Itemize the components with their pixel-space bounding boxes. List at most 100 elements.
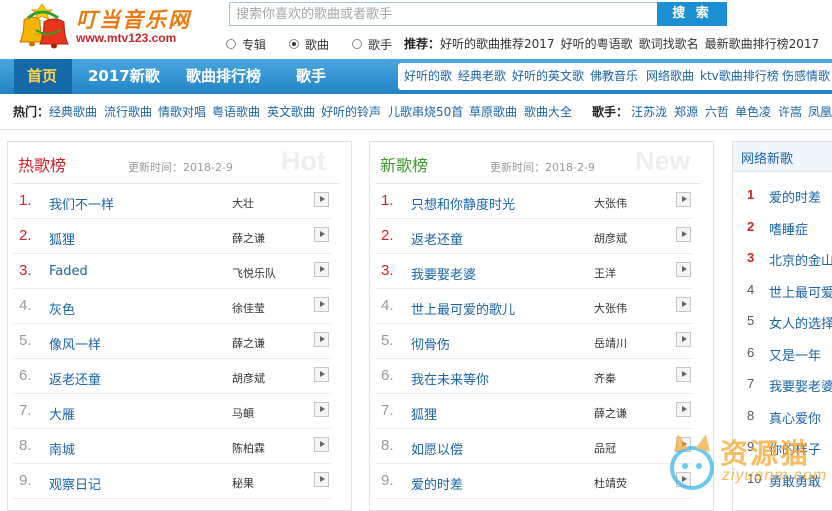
singer-link[interactable]: 汪苏泷	[631, 104, 667, 120]
song-link[interactable]: 返老还童	[411, 229, 463, 248]
play-icon[interactable]	[314, 297, 329, 312]
song-link[interactable]: 世上最可爱的歌儿	[411, 299, 515, 318]
artist-link[interactable]: 王洋	[594, 265, 616, 281]
song-link[interactable]: 又是一年	[769, 345, 821, 364]
nav-singers[interactable]: 歌手	[296, 59, 326, 94]
singer-link[interactable]: 凤凰传奇	[808, 104, 832, 120]
nav-charts[interactable]: 歌曲排行榜	[186, 59, 261, 94]
radio-song[interactable]: 歌曲	[289, 37, 329, 52]
singer-link[interactable]: 郑源	[674, 104, 698, 120]
song-link[interactable]: 灰色	[49, 299, 75, 318]
song-link[interactable]: 北京的金山上	[769, 250, 832, 269]
song-link[interactable]: 大雁	[49, 404, 75, 423]
radio-album[interactable]: 专辑	[226, 37, 266, 52]
play-icon[interactable]	[676, 192, 691, 207]
hot-link[interactable]: 粤语歌曲	[212, 104, 260, 120]
play-icon[interactable]	[314, 227, 329, 242]
play-icon[interactable]	[676, 227, 691, 242]
artist-link[interactable]: 薛之谦	[232, 335, 265, 351]
song-link[interactable]: Faded	[49, 264, 88, 279]
song-link[interactable]: 狐狸	[49, 229, 75, 248]
song-link[interactable]: 只想和你静度时光	[411, 194, 515, 213]
recommend-link[interactable]: 好听的粤语歌	[561, 37, 633, 51]
song-link[interactable]: 南城	[49, 439, 75, 458]
artist-link[interactable]: 薛之谦	[232, 230, 265, 246]
hot-link[interactable]: 歌曲大全	[524, 104, 572, 120]
radio-checked-icon[interactable]	[289, 39, 299, 49]
play-icon[interactable]	[314, 192, 329, 207]
hot-link[interactable]: 流行歌曲	[104, 104, 152, 120]
nav-sub-item[interactable]: 好听的英文歌	[512, 63, 584, 90]
artist-link[interactable]: 陈柏霖	[232, 440, 265, 456]
song-link[interactable]: 我在未来等你	[411, 369, 489, 388]
play-icon[interactable]	[314, 402, 329, 417]
artist-link[interactable]: 徐佳莹	[232, 300, 265, 316]
hot-link[interactable]: 草原歌曲	[469, 104, 517, 120]
recommend-link[interactable]: 歌词找歌名	[639, 37, 699, 51]
song-link[interactable]: 爱的时差	[411, 474, 463, 493]
logo-text[interactable]: 叮当音乐网	[76, 4, 191, 34]
artist-link[interactable]: 品冠	[594, 440, 616, 456]
song-link[interactable]: 爱的时差	[769, 187, 821, 206]
recommend-link[interactable]: 最新歌曲排行榜2017	[705, 37, 820, 51]
song-link[interactable]: 如愿以偿	[411, 439, 463, 458]
play-icon[interactable]	[314, 472, 329, 487]
song-link[interactable]: 真心爱你	[769, 408, 821, 427]
artist-link[interactable]: 胡彦斌	[232, 370, 265, 386]
radio-icon[interactable]	[352, 39, 362, 49]
song-link[interactable]: 我们不一样	[49, 194, 114, 213]
nav-home[interactable]: 首页	[27, 59, 57, 94]
song-link[interactable]: 我要娶老婆	[769, 376, 832, 395]
artist-link[interactable]: 杜靖荧	[594, 475, 627, 491]
nav-sub-item[interactable]: 好听的歌	[404, 63, 452, 90]
play-icon[interactable]	[314, 437, 329, 452]
nav-sub-item[interactable]: ktv歌曲排行榜	[700, 63, 779, 90]
song-link[interactable]: 返老还童	[49, 369, 101, 388]
hot-link[interactable]: 好听的铃声	[321, 104, 381, 120]
song-link[interactable]: 彻骨伤	[411, 334, 450, 353]
artist-link[interactable]: 马頔	[232, 405, 254, 421]
artist-link[interactable]: 薛之谦	[594, 405, 627, 421]
nav-sub-item[interactable]: 佛教音乐	[590, 63, 638, 90]
play-icon[interactable]	[676, 297, 691, 312]
song-link[interactable]: 像风一样	[49, 334, 101, 353]
singer-link[interactable]: 许嵩	[778, 104, 802, 120]
play-icon[interactable]	[676, 332, 691, 347]
song-link[interactable]: 世上最可爱的歌儿	[769, 282, 832, 301]
artist-link[interactable]: 秘果	[232, 475, 254, 491]
artist-link[interactable]: 飞悦乐队	[232, 265, 276, 281]
artist-link[interactable]: 大张伟	[594, 195, 627, 211]
search-button[interactable]: 搜 索	[657, 2, 727, 26]
nav-new-2017[interactable]: 2017新歌	[88, 59, 160, 94]
artist-link[interactable]: 大壮	[232, 195, 254, 211]
song-link[interactable]: 观察日记	[49, 474, 101, 493]
hot-link[interactable]: 情歌对唱	[158, 104, 206, 120]
hot-link[interactable]: 儿歌串烧50首	[388, 104, 463, 120]
radio-singer[interactable]: 歌手	[352, 37, 392, 52]
song-link[interactable]: 嗜睡症	[769, 219, 808, 238]
hot-link[interactable]: 英文歌曲	[267, 104, 315, 120]
nav-sub-item[interactable]: 网络歌曲	[646, 63, 694, 90]
logo-url[interactable]: www.mtv123.com	[76, 31, 176, 45]
radio-icon[interactable]	[226, 39, 236, 49]
song-link[interactable]: 女人的选择	[769, 313, 832, 332]
song-link[interactable]: 狐狸	[411, 404, 437, 423]
song-link[interactable]: 我要娶老婆	[411, 264, 476, 283]
recommend-link[interactable]: 好听的歌曲推荐2017	[440, 37, 555, 51]
play-icon[interactable]	[676, 367, 691, 382]
nav-sub-item[interactable]: 伤感情歌	[782, 63, 830, 90]
artist-link[interactable]: 齐秦	[594, 370, 616, 386]
artist-link[interactable]: 胡彦斌	[594, 230, 627, 246]
search-input[interactable]	[229, 2, 657, 26]
hot-link[interactable]: 经典歌曲	[49, 104, 97, 120]
play-icon[interactable]	[676, 402, 691, 417]
nav-sub-item[interactable]: 经典老歌	[458, 63, 506, 90]
singer-link[interactable]: 六哲	[705, 104, 729, 120]
play-icon[interactable]	[314, 332, 329, 347]
singer-link[interactable]: 单色凌	[735, 104, 771, 120]
artist-link[interactable]: 大张伟	[594, 300, 627, 316]
play-icon[interactable]	[314, 262, 329, 277]
play-icon[interactable]	[314, 367, 329, 382]
artist-link[interactable]: 岳靖川	[594, 335, 627, 351]
play-icon[interactable]	[676, 262, 691, 277]
